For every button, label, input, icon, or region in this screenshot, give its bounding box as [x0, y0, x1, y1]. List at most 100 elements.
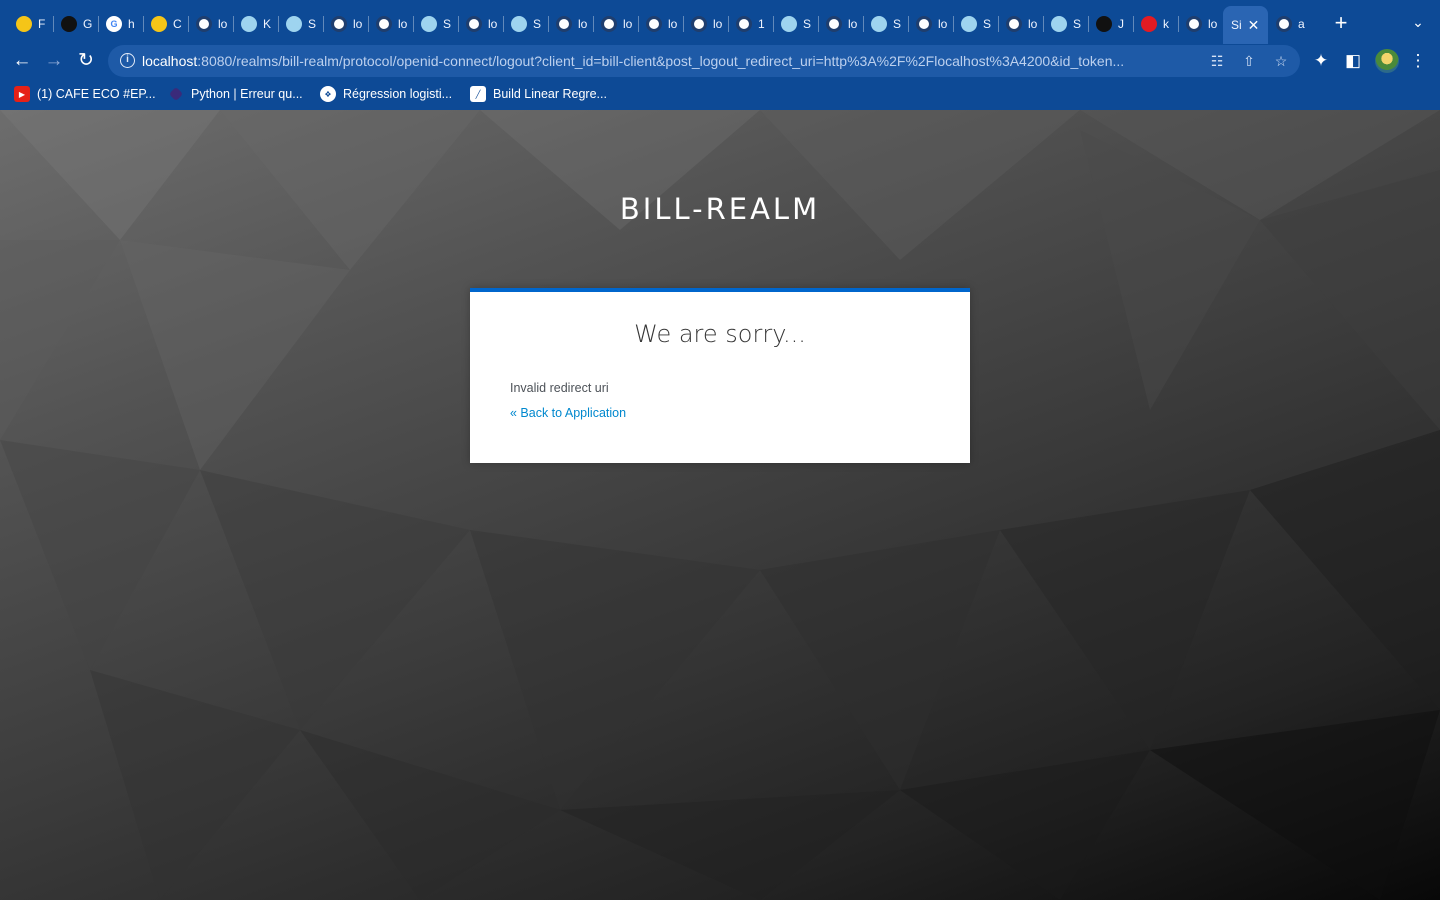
browser-tab[interactable]: S: [863, 8, 908, 40]
browser-tab[interactable]: lo: [1178, 8, 1223, 40]
browser-tab[interactable]: K: [233, 8, 278, 40]
tab-separator: [458, 16, 459, 32]
tab-separator: [323, 16, 324, 32]
browser-tab[interactable]: S: [953, 8, 998, 40]
bookmark-cafe-eco[interactable]: ▶ (1) CAFE ECO #EP...: [14, 84, 156, 104]
tab-title: lo: [353, 17, 363, 31]
browser-tab[interactable]: Gh: [98, 8, 143, 40]
globe-icon: [466, 16, 482, 32]
globe-icon: [736, 16, 752, 32]
browser-tab[interactable]: Si ✕: [1223, 6, 1268, 44]
tab-separator: [53, 16, 54, 32]
tab-separator: [728, 16, 729, 32]
back-to-application-link[interactable]: « Back to Application: [510, 406, 626, 420]
tab-title: S: [803, 17, 812, 31]
tab-title: S: [983, 17, 992, 31]
browser-toolbar: ← → ↻ i localhost:8080/realms/bill-realm…: [0, 44, 1440, 78]
tab-separator: [773, 16, 774, 32]
browser-tab[interactable]: S: [1043, 8, 1088, 40]
browser-tab[interactable]: lo: [818, 8, 863, 40]
polygon-background: [0, 110, 1440, 900]
bookmark-build-linear[interactable]: ╱ Build Linear Regre...: [470, 84, 607, 104]
tab-separator: [143, 16, 144, 32]
browser-tab[interactable]: C: [143, 8, 188, 40]
tab-title: lo: [1208, 17, 1218, 31]
tab-title: lo: [938, 17, 948, 31]
eye-icon: [511, 16, 527, 32]
browser-tab[interactable]: lo: [368, 8, 413, 40]
youtube-icon: ▶: [14, 86, 30, 102]
back-arrow-icon[interactable]: ←: [8, 47, 36, 75]
page-background: BILL-REALM We are sorry... Invalid redir…: [0, 110, 1440, 900]
browser-tab[interactable]: G: [53, 8, 98, 40]
tab-separator: [1178, 16, 1179, 32]
browser-tab[interactable]: lo: [548, 8, 593, 40]
eye-icon: [241, 16, 257, 32]
menu-kebab-icon[interactable]: ⋮: [1406, 49, 1430, 73]
browser-tab[interactable]: S: [503, 8, 548, 40]
tab-separator: [278, 16, 279, 32]
url-text[interactable]: localhost:8080/realms/bill-realm/protoco…: [142, 53, 1202, 69]
globe-icon: [826, 16, 842, 32]
bookmark-python-erreur[interactable]: Python | Erreur qu...: [168, 84, 303, 104]
translate-icon[interactable]: ☷: [1207, 51, 1227, 71]
browser-tab[interactable]: S: [278, 8, 323, 40]
reload-icon[interactable]: ↻: [72, 47, 100, 75]
globe-icon: [916, 16, 932, 32]
extensions-puzzle-icon[interactable]: ✦: [1309, 49, 1333, 73]
browser-tab[interactable]: lo: [683, 8, 728, 40]
tab-separator: [548, 16, 549, 32]
browser-tab[interactable]: lo: [908, 8, 953, 40]
browser-tab[interactable]: S: [413, 8, 458, 40]
forward-arrow-icon[interactable]: →: [40, 47, 68, 75]
browser-tab[interactable]: lo: [638, 8, 683, 40]
browser-chrome: F G Gh Clo K Slo lo Slo Slo lo lo lo 1 Slo Slo Slo S Jk lo…: [0, 0, 1440, 110]
tab-search-chevron-icon[interactable]: ⌄: [1408, 14, 1428, 34]
browser-tab[interactable]: lo: [458, 8, 503, 40]
browser-tab[interactable]: 1: [728, 8, 773, 40]
eye-icon: [286, 16, 302, 32]
tab-title: 1: [758, 17, 765, 31]
tab-title: S: [1073, 17, 1082, 31]
globe-icon: [601, 16, 617, 32]
tab-separator: [98, 16, 99, 32]
browser-tab[interactable]: lo: [323, 8, 368, 40]
tab-separator: [953, 16, 954, 32]
tab-separator: [908, 16, 909, 32]
eye-icon: [421, 16, 437, 32]
site-info-icon[interactable]: i: [120, 53, 135, 68]
browser-tab[interactable]: a: [1268, 8, 1313, 40]
globe-icon: [196, 16, 212, 32]
side-panel-icon[interactable]: ◧: [1341, 49, 1365, 73]
tab-separator: [1043, 16, 1044, 32]
bookmark-regression[interactable]: ❖ Régression logisti...: [320, 84, 452, 104]
browser-tab[interactable]: lo: [188, 8, 233, 40]
browser-tab[interactable]: S: [773, 8, 818, 40]
address-bar[interactable]: i localhost:8080/realms/bill-realm/proto…: [108, 45, 1300, 77]
browser-tab[interactable]: lo: [998, 8, 1043, 40]
browser-tab[interactable]: F: [8, 8, 53, 40]
share-icon[interactable]: ⇧: [1239, 51, 1259, 71]
tab-title: J: [1118, 17, 1124, 31]
tab-separator: [683, 16, 684, 32]
browser-tab[interactable]: k: [1133, 8, 1178, 40]
browser-tab[interactable]: J: [1088, 8, 1133, 40]
tab-title: F: [38, 17, 46, 31]
close-tab-icon[interactable]: ✕: [1248, 17, 1260, 34]
tab-title: lo: [398, 17, 408, 31]
error-message: Invalid redirect uri: [510, 381, 609, 395]
bookmarks-bar: ▶ (1) CAFE ECO #EP... Python | Erreur qu…: [0, 82, 1440, 106]
new-tab-button[interactable]: +: [1331, 12, 1351, 36]
tab-separator: [503, 16, 504, 32]
bookmark-star-icon[interactable]: ☆: [1271, 51, 1291, 71]
tab-title: lo: [578, 17, 588, 31]
error-card: We are sorry... Invalid redirect uri « B…: [470, 288, 970, 463]
python-icon: [168, 86, 184, 102]
build-icon: ╱: [470, 86, 486, 102]
tab-title: S: [533, 17, 542, 31]
eye-icon: [1051, 16, 1067, 32]
browser-tab[interactable]: lo: [593, 8, 638, 40]
tab-separator: [233, 16, 234, 32]
profile-avatar[interactable]: [1375, 49, 1399, 73]
tab-title: h: [128, 17, 135, 31]
